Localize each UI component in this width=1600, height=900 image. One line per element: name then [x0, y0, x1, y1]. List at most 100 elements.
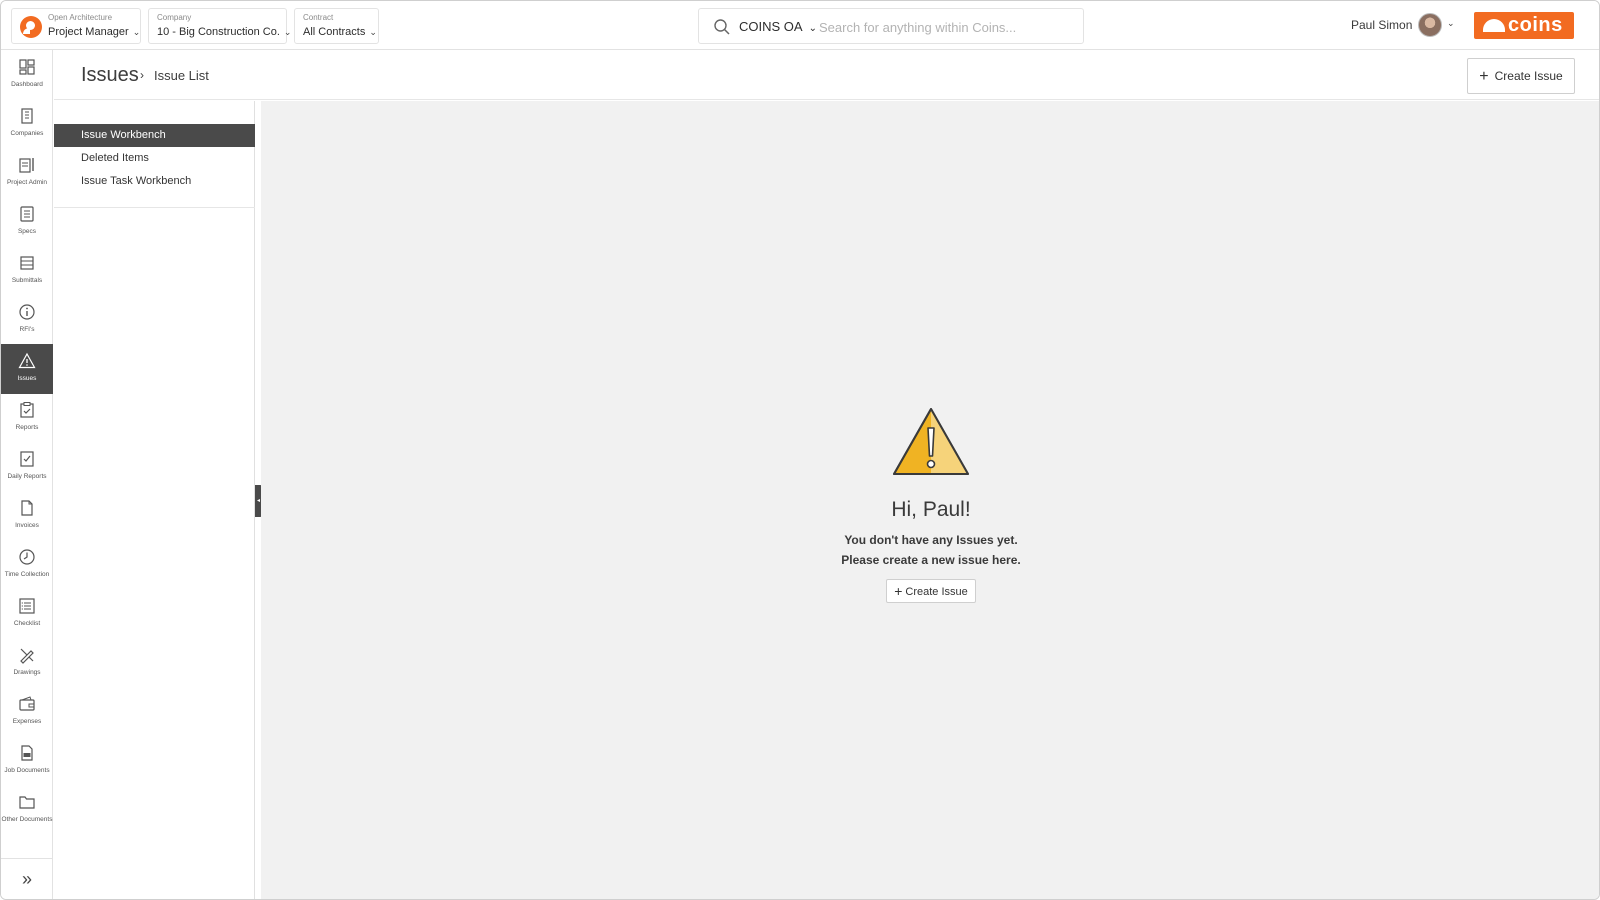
contract-value: All Contracts ⌄ — [303, 25, 377, 39]
daily-reports-icon — [20, 451, 34, 467]
main-content: Hi, Paul! You don't have any Issues yet.… — [261, 101, 1599, 899]
rail-item-project-admin[interactable]: Project Admin — [1, 148, 53, 198]
rail-item-companies[interactable]: Companies — [1, 99, 53, 149]
rail-label: Job Documents — [4, 767, 50, 774]
rail-label: Submittals — [11, 277, 43, 284]
empty-state-title: Hi, Paul! — [891, 498, 971, 521]
plus-icon: + — [1479, 68, 1489, 85]
rail-label: Dashboard — [11, 81, 43, 88]
contract-label: Contract — [303, 13, 334, 22]
subnav-item-deleted-items[interactable]: Deleted Items — [54, 147, 255, 170]
rail-label: Issues — [17, 375, 37, 382]
rail-item-rfis[interactable]: RFI's — [1, 295, 53, 345]
search-scope-selector[interactable]: COINS OA ⌄ — [739, 19, 817, 34]
warning-triangle-icon — [893, 408, 969, 475]
issues-subnav: Issue Workbench Deleted Items Issue Task… — [54, 101, 255, 899]
submittals-icon — [20, 256, 34, 270]
building-icon — [21, 108, 33, 124]
search-icon — [714, 19, 730, 35]
search-input[interactable] — [819, 15, 1069, 39]
clock-icon — [19, 549, 35, 565]
rail-item-invoices[interactable]: Invoices — [1, 491, 53, 541]
top-bar: Open Architecture Project Manager ⌄ Compa… — [1, 1, 1599, 50]
rail-label: Project Admin — [6, 179, 48, 186]
app-window: Open Architecture Project Manager ⌄ Compa… — [0, 0, 1600, 900]
avatar[interactable] — [1418, 13, 1442, 37]
rail-label: Time Collection — [4, 571, 50, 578]
coins-logo: coins — [1474, 12, 1574, 39]
rail-item-checklist[interactable]: Checklist — [1, 589, 53, 639]
app-logo-icon — [20, 16, 42, 38]
subnav-item-issue-task-workbench[interactable]: Issue Task Workbench — [54, 170, 255, 193]
rail-item-daily-reports[interactable]: Daily Reports — [1, 442, 53, 492]
expand-rail-button[interactable]: » — [1, 858, 53, 898]
role-value: Project Manager ⌄ — [48, 25, 140, 39]
warning-icon — [18, 352, 36, 369]
left-rail: Dashboard Companies Project Admin Specs … — [1, 50, 53, 899]
rail-label: Expenses — [12, 718, 42, 725]
breadcrumb-root[interactable]: Issues — [81, 64, 139, 87]
subnav-list: Issue Workbench Deleted Items Issue Task… — [54, 124, 255, 193]
rail-label: Reports — [15, 424, 39, 431]
rail-item-dashboard[interactable]: Dashboard — [1, 50, 53, 100]
rail-label: Companies — [10, 130, 44, 137]
subnav-item-issue-workbench[interactable]: Issue Workbench — [54, 124, 255, 147]
company-value-text: 10 - Big Construction Co. — [157, 26, 280, 38]
brand-text: coins — [1508, 14, 1563, 36]
rail-label: Drawings — [13, 669, 41, 676]
rail-item-submittals[interactable]: Submittals — [1, 246, 53, 296]
info-icon — [19, 304, 35, 320]
create-issue-button[interactable]: + Create Issue — [1467, 58, 1575, 94]
project-admin-icon — [19, 158, 34, 173]
user-name[interactable]: Paul Simon — [1351, 18, 1412, 32]
pdf-document-icon — [21, 745, 33, 761]
company-label: Company — [157, 13, 192, 22]
global-search: COINS OA ⌄ — [698, 8, 1084, 44]
contract-selector[interactable]: Contract All Contracts ⌄ — [294, 8, 379, 44]
plus-icon: + — [894, 583, 903, 599]
rail-label: Specs — [17, 228, 37, 235]
rail-item-issues[interactable]: Issues — [1, 344, 53, 394]
specs-icon — [20, 206, 34, 222]
rail-item-other-documents[interactable]: Other Documents — [1, 785, 53, 835]
wallet-icon — [19, 696, 35, 711]
chevron-down-icon: ⌄ — [808, 23, 817, 34]
invoice-icon — [21, 500, 33, 516]
create-issue-label: Create Issue — [1494, 69, 1563, 83]
reports-icon — [20, 402, 34, 418]
rail-label: RFI's — [19, 326, 35, 333]
page-header: Issues › Issue List + Create Issue — [54, 50, 1599, 100]
rail-item-drawings[interactable]: Drawings — [1, 638, 53, 688]
dome-icon — [1483, 19, 1505, 32]
dashboard-icon — [19, 59, 35, 75]
role-selector[interactable]: Open Architecture Project Manager ⌄ — [11, 8, 141, 44]
chevron-down-icon: ⌄ — [132, 27, 141, 37]
rail-label: Daily Reports — [7, 473, 47, 480]
chevron-down-icon: ⌄ — [369, 27, 377, 37]
folder-icon — [19, 796, 35, 809]
role-label: Open Architecture — [48, 13, 113, 22]
create-issue-button[interactable]: + Create Issue — [886, 579, 976, 603]
search-scope-text: COINS OA — [739, 19, 803, 34]
contract-value-text: All Contracts — [303, 26, 366, 38]
chevron-right-icon: › — [140, 68, 144, 82]
rail-label: Checklist — [13, 620, 41, 627]
rail-item-expenses[interactable]: Expenses — [1, 687, 53, 737]
chevron-down-icon: ⌄ — [283, 27, 292, 37]
empty-state-message: You don't have any Issues yet. — [844, 533, 1018, 547]
rail-item-reports[interactable]: Reports — [1, 393, 53, 443]
divider — [54, 207, 255, 208]
chevron-down-icon[interactable]: ⌄ — [1447, 18, 1455, 29]
breadcrumb-current: Issue List — [154, 68, 209, 83]
company-value: 10 - Big Construction Co. ⌄ — [157, 25, 291, 39]
drawings-icon — [20, 648, 34, 664]
role-value-text: Project Manager — [48, 26, 129, 38]
rail-item-specs[interactable]: Specs — [1, 197, 53, 247]
company-selector[interactable]: Company 10 - Big Construction Co. ⌄ — [148, 8, 291, 44]
rail-item-job-documents[interactable]: Job Documents — [1, 736, 53, 786]
rail-item-time-collection[interactable]: Time Collection — [1, 540, 53, 590]
empty-state-message: Please create a new issue here. — [841, 553, 1021, 567]
rail-label: Invoices — [15, 522, 39, 529]
checklist-icon — [19, 598, 35, 614]
empty-state: Hi, Paul! You don't have any Issues yet.… — [261, 406, 1599, 603]
